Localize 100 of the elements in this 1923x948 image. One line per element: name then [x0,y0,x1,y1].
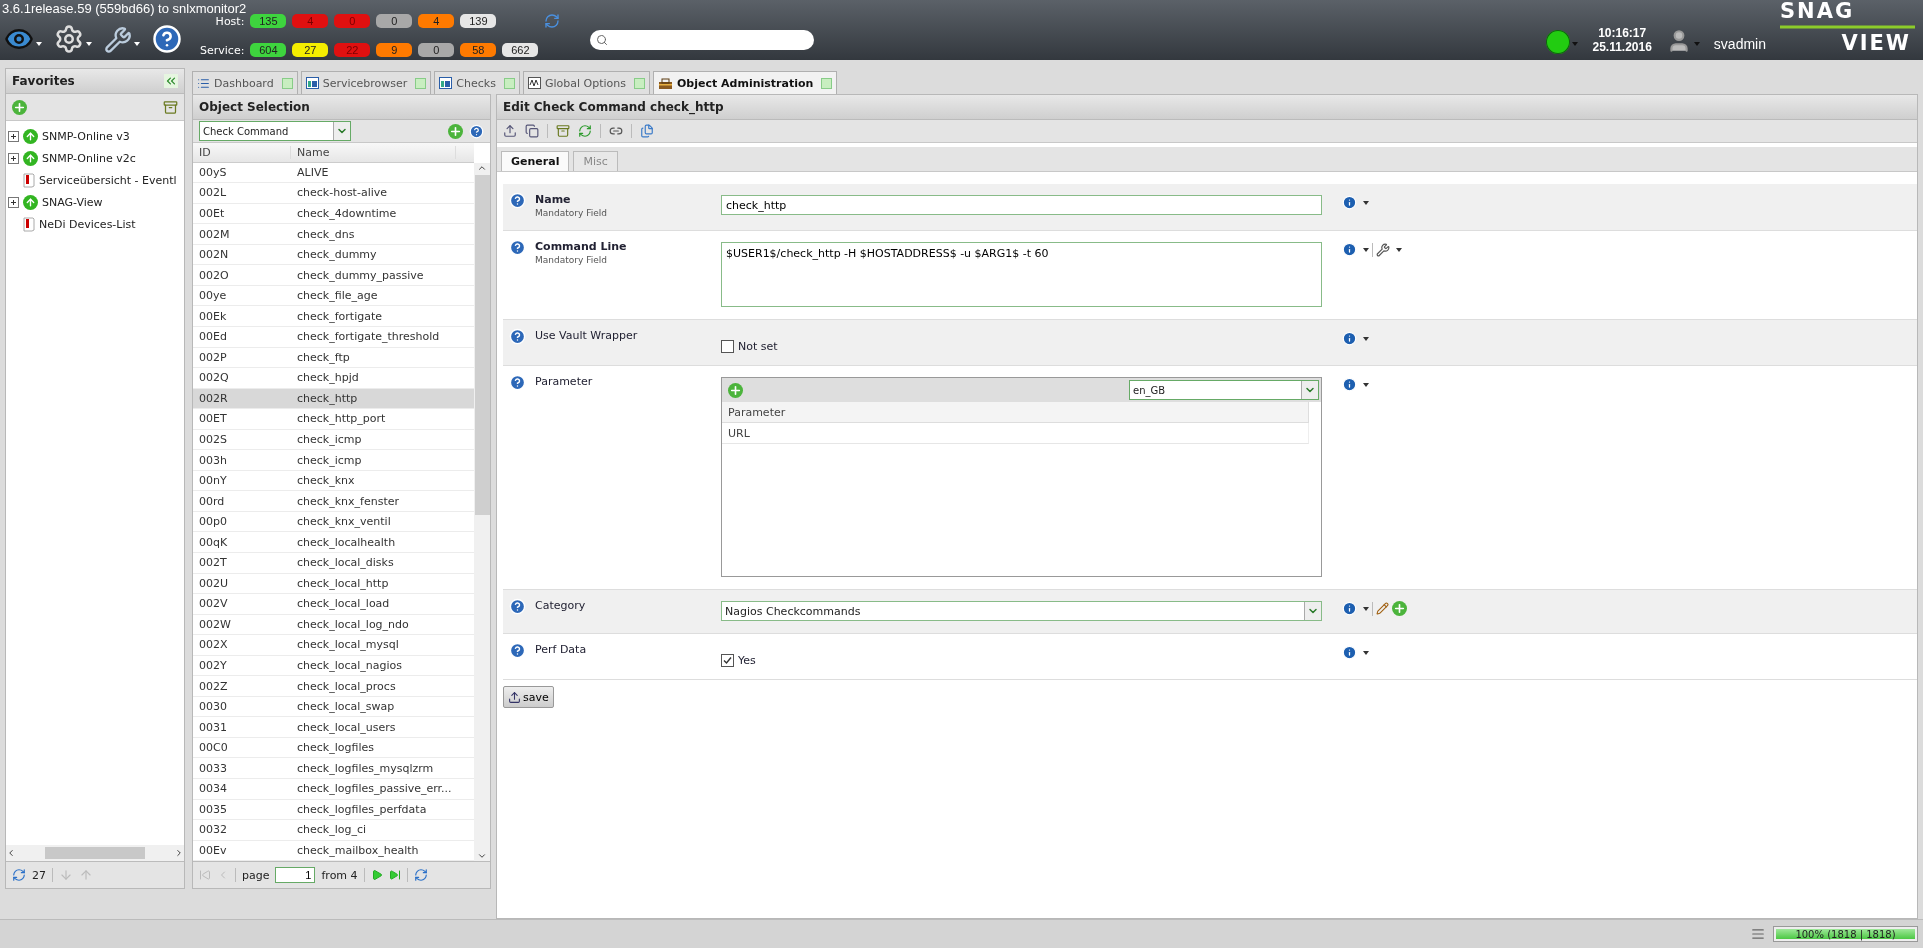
user-name: svadmin [1713,36,1766,52]
help-icon [152,24,182,54]
wrench-icon[interactable] [1376,242,1390,257]
archive-icon[interactable] [163,99,178,115]
field-note: Mandatory Field [535,255,608,265]
info-icon[interactable] [1342,377,1357,392]
arrow-up-icon [23,128,38,144]
status-count[interactable]: 4 [418,14,455,28]
checkbox[interactable] [721,654,734,667]
panel-title: Edit Check Command check_http [503,100,724,114]
tab[interactable]: Servicebrowser [300,71,432,94]
arrow-up-icon [23,150,38,166]
help-icon[interactable] [509,598,526,615]
status-count[interactable]: 139 [460,14,497,28]
favorite-item[interactable]: SNMP-Online v3 [8,125,182,147]
status-count[interactable]: 0 [418,43,455,57]
chart-icon [527,77,541,89]
caret-icon[interactable] [1363,336,1369,341]
status-count[interactable]: 604 [250,43,287,57]
tab[interactable]: Object Administration [652,71,838,94]
status-count[interactable]: 0 [376,14,413,28]
tools-menu-button[interactable] [104,26,140,54]
refresh-icon[interactable] [578,124,592,138]
status-count[interactable]: 9 [376,43,413,57]
settings-menu-button[interactable] [54,24,92,54]
expand-icon[interactable] [8,196,19,208]
status-count[interactable]: 662 [502,43,539,57]
help-icon[interactable] [509,192,526,209]
help-icon[interactable] [469,123,484,139]
refresh-icon[interactable] [413,868,428,882]
collapse-icon[interactable] [164,74,178,88]
caret-icon[interactable] [1396,247,1402,252]
help-icon[interactable] [509,239,526,256]
info-icon[interactable] [1342,331,1357,346]
field-label: Name [535,193,572,206]
info-icon[interactable] [1342,601,1357,616]
time-text: 10:16:17 [1598,26,1647,40]
tab[interactable]: Global Options [522,71,650,94]
favorite-item[interactable]: Serviceübersicht - Eventl [8,169,182,191]
caret-icon[interactable] [1363,382,1369,387]
add-icon[interactable] [1392,601,1407,616]
add-icon[interactable] [12,99,27,115]
search-field[interactable] [590,30,815,50]
archive-icon[interactable] [556,124,570,138]
help-button[interactable] [152,24,182,54]
field-label: Perf Data [535,643,588,656]
field-label: Use Vault Wrapper [535,329,639,342]
upload-icon[interactable] [503,124,517,138]
chevron-down-icon[interactable] [477,851,487,861]
refresh-icon[interactable] [544,13,561,29]
tab[interactable]: Dashboard [192,71,298,94]
page-total: from 4 [321,868,358,882]
page-label: page [242,868,270,882]
caret-icon[interactable] [1363,200,1369,205]
save-button[interactable]: save [503,686,554,708]
status-menu-button[interactable] [1546,30,1579,54]
panel-title: Favorites [12,74,75,88]
category-select[interactable]: Nagios Checkcommands [721,601,1322,621]
help-icon[interactable] [509,328,526,345]
column-header[interactable]: Name [291,145,456,159]
status-count[interactable]: 58 [460,43,497,57]
list-icon[interactable] [1751,927,1765,941]
date-text: 25.11.2016 [1592,40,1652,54]
save-icon [508,690,521,704]
tab[interactable]: Checks [434,71,520,94]
field-label: Parameter [535,375,594,388]
status-count[interactable]: 27 [292,43,329,57]
expand-icon[interactable] [8,152,19,164]
files-icon[interactable] [640,124,654,138]
info-icon[interactable] [1342,645,1357,660]
add-icon[interactable] [448,123,463,139]
table-row[interactable]: 002R check_http [193,388,474,410]
add-icon[interactable] [728,382,743,398]
counter-label: Host: [214,14,245,28]
wrench-icon [104,26,132,54]
info-icon[interactable] [1342,242,1357,257]
chevron-right-icon[interactable] [174,848,184,858]
name-field[interactable]: check_http [721,195,1322,215]
pencil-icon[interactable] [1376,602,1389,615]
link-icon[interactable] [609,124,623,138]
favorite-item[interactable]: SNMP-Online v2c [8,147,182,169]
command-line-field[interactable]: $USER1$/check_http -H $HOSTADDRESS$ -u $ARG1$ -t 60 [721,242,1322,307]
checkbox[interactable] [721,340,734,353]
tab[interactable]: General [501,151,570,171]
status-count[interactable]: 135 [250,14,287,28]
type-select[interactable]: Check Command [199,121,351,141]
expand-icon[interactable] [8,130,19,142]
caret-icon[interactable] [1363,650,1369,655]
page-field[interactable]: 1 [275,867,316,883]
chevron-up-icon[interactable] [477,163,487,173]
copy-icon[interactable] [525,124,539,138]
help-icon[interactable] [509,374,526,391]
chevron-left-icon[interactable] [6,848,16,858]
info-icon[interactable] [1342,195,1357,210]
help-icon[interactable] [509,642,526,659]
favorite-item[interactable]: SNAG-View [8,191,182,213]
favorite-item[interactable]: NeDi Devices-List [8,213,182,235]
language-select[interactable]: en_GB [1129,380,1319,400]
column-header[interactable]: ID [193,145,291,159]
refresh-icon[interactable] [12,868,26,882]
